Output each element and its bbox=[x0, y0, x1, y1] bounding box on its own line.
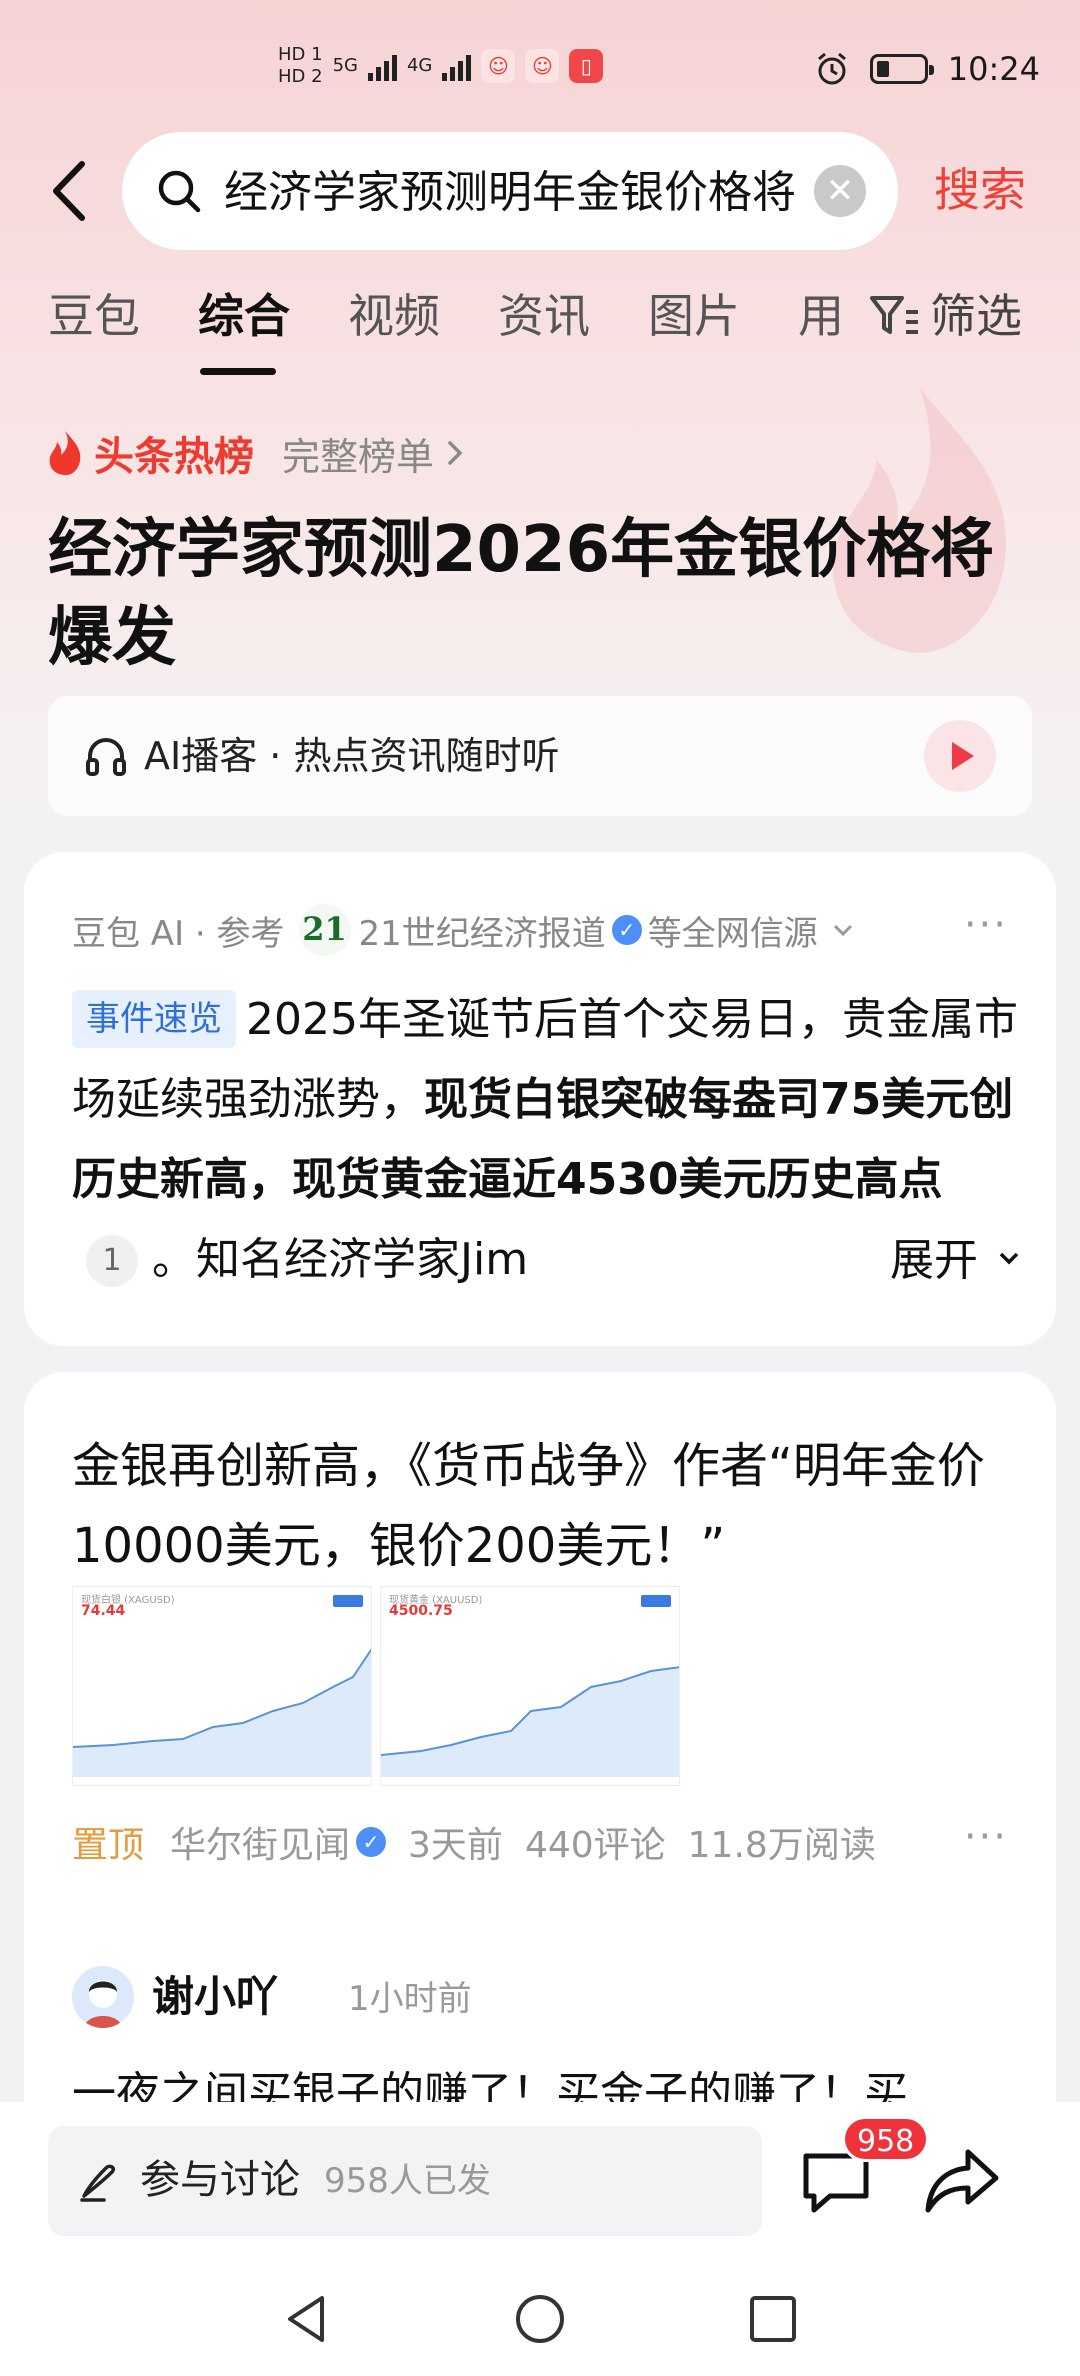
search-header: 经济学家预测明年金银价格将 ✕ 搜索 bbox=[0, 130, 1080, 250]
status-right: 10:24 bbox=[814, 50, 1040, 88]
silver-price-line bbox=[73, 1648, 371, 1777]
network-5g-label: 5G bbox=[332, 55, 358, 76]
system-nav-bar bbox=[0, 2262, 1080, 2376]
event-tag: 事件速览 bbox=[72, 990, 236, 1048]
discuss-input[interactable]: 参与讨论 958人已发 bbox=[48, 2126, 762, 2236]
pinned-label: 置顶 bbox=[72, 1825, 145, 1866]
thumb1-price: 74.44 bbox=[81, 1603, 126, 1619]
news-title[interactable]: 金银再创新高，《货币战争》作者“明年金价10000美元，银价200美元！” bbox=[72, 1426, 1022, 1586]
chevron-right-icon bbox=[448, 441, 463, 465]
nav-back-icon[interactable] bbox=[276, 2288, 338, 2350]
comment-count-badge: 958 bbox=[842, 2116, 930, 2162]
alarm-icon bbox=[817, 52, 846, 85]
signal-5g-icon bbox=[367, 51, 397, 81]
filter-icon bbox=[870, 296, 918, 334]
user-avatar-icon bbox=[84, 1980, 122, 2028]
hd1-label: HD 1 bbox=[278, 44, 323, 65]
status-bar: HD 1 HD 2 5G 4G ☺ ☺ ▯ 10:24 bbox=[0, 40, 1080, 110]
search-icon bbox=[158, 170, 201, 213]
clock: 10:24 bbox=[947, 50, 1040, 88]
commenter-name[interactable]: 谢小吖 bbox=[152, 1968, 278, 2026]
chevron-down-icon bbox=[833, 924, 852, 937]
discuss-count: 958人已发 bbox=[324, 2161, 491, 2201]
pen-icon bbox=[80, 2164, 116, 2202]
news-source[interactable]: 华尔街见闻 bbox=[170, 1816, 350, 1868]
discuss-label: 参与讨论 bbox=[140, 2157, 300, 2203]
hot-list-label: 头条热榜 bbox=[94, 434, 254, 480]
ai-summary-card: 豆包 AI · 参考 21 21世纪经济报道 ✓ 等全网信源 ··· 事件速览 2… bbox=[24, 852, 1056, 1346]
thumb1-button bbox=[333, 1595, 363, 1607]
clown-app-icon-2: ☺ bbox=[525, 49, 560, 83]
tab-doubao[interactable]: 豆包 bbox=[48, 286, 140, 346]
gold-chart-thumbnail[interactable]: 现货黄金 (XAUUSD) 4500.75 bbox=[380, 1586, 680, 1786]
tab-users[interactable]: 用 bbox=[798, 286, 844, 346]
hot-list-row[interactable]: 头条热榜 完整榜单 bbox=[46, 424, 468, 482]
verified-icon: ✓ bbox=[356, 1827, 387, 1857]
search-query-text[interactable]: 经济学家预测明年金银价格将 bbox=[224, 165, 804, 221]
expand-label: 展开 bbox=[890, 1235, 978, 1286]
silver-chart-thumbnail[interactable]: 现货白银 (XAGUSD) 74.44 bbox=[72, 1586, 372, 1786]
ai-podcast-bar[interactable]: AI播客 · 热点资讯随时听 bbox=[48, 696, 1032, 816]
ai-source-prefix: 豆包 AI · 参考 bbox=[72, 913, 285, 954]
tab-video[interactable]: 视频 bbox=[348, 286, 440, 346]
network-4g-label: 4G bbox=[406, 55, 433, 76]
filter-button[interactable]: 筛选 bbox=[868, 286, 1022, 346]
clear-search-icon[interactable]: ✕ bbox=[814, 165, 866, 217]
more-options-icon[interactable]: ··· bbox=[964, 902, 1008, 948]
ai-source-row[interactable]: 豆包 AI · 参考 21 21世纪经济报道 ✓ 等全网信源 bbox=[72, 902, 860, 958]
gold-price-line bbox=[381, 1666, 679, 1777]
news-time: 3天前 bbox=[408, 1825, 503, 1866]
expand-button[interactable]: 展开 bbox=[750, 1221, 1026, 1301]
filter-label: 筛选 bbox=[930, 289, 1022, 343]
headphones-icon bbox=[86, 738, 126, 776]
source-name: 21世纪经济报道 bbox=[358, 913, 606, 954]
source-logo: 21 bbox=[298, 904, 351, 956]
clown-app-icon: ☺ bbox=[481, 49, 516, 83]
search-tabs: 豆包 综合 视频 资讯 图片 用 筛选 bbox=[0, 286, 1080, 376]
chevron-down-icon bbox=[999, 1252, 1019, 1265]
news-meta-row: 置顶 华尔街见闻 ✓ 3天前 440评论 11.8万阅读 bbox=[72, 1814, 1022, 1870]
hot-headline[interactable]: 经济学家预测2026年金银价格将爆发 bbox=[48, 506, 1008, 682]
battery-icon bbox=[869, 54, 934, 84]
reference-badge[interactable]: 1 bbox=[86, 1235, 138, 1287]
summary-text-2: 。知名经济学家Jim bbox=[152, 1234, 529, 1285]
hd-indicators: HD 1 HD 2 bbox=[278, 46, 323, 86]
podcast-text: AI播客 · 热点资讯随时听 bbox=[144, 734, 560, 778]
tab-news[interactable]: 资讯 bbox=[498, 286, 590, 346]
tab-images[interactable]: 图片 bbox=[648, 286, 740, 346]
thumb2-price: 4500.75 bbox=[389, 1603, 453, 1619]
fire-icon bbox=[49, 431, 81, 476]
status-left: HD 1 HD 2 5G 4G ☺ ☺ ▯ bbox=[278, 46, 604, 86]
play-icon[interactable] bbox=[924, 720, 996, 792]
book-app-icon: ▯ bbox=[569, 49, 604, 83]
source-suffix: 等全网信源 bbox=[647, 913, 818, 954]
news-reads: 11.8万阅读 bbox=[687, 1825, 876, 1866]
active-tab-indicator bbox=[200, 368, 276, 375]
news-comments: 440评论 bbox=[524, 1825, 666, 1866]
nav-recents-icon[interactable] bbox=[742, 2288, 804, 2350]
comment-text[interactable]: 一夜之间买银子的赚了！买金子的赚了！买 bbox=[72, 2062, 1032, 2106]
news-more-icon[interactable]: ··· bbox=[964, 1814, 1008, 1860]
avatar[interactable] bbox=[72, 1966, 134, 2028]
back-arrow-icon[interactable] bbox=[44, 158, 104, 224]
signal-4g-icon bbox=[442, 51, 472, 81]
search-submit-button[interactable]: 搜索 bbox=[934, 160, 1026, 220]
hd2-label: HD 2 bbox=[278, 66, 323, 87]
tab-all[interactable]: 综合 bbox=[198, 286, 290, 346]
share-icon[interactable] bbox=[920, 2138, 1004, 2222]
comment-time: 1小时前 bbox=[348, 1979, 472, 2019]
summary-bold-2: 现货黄金逼近4530美元历史高点 bbox=[292, 1154, 943, 1205]
search-input[interactable]: 经济学家预测明年金银价格将 ✕ bbox=[122, 132, 898, 250]
nav-home-icon[interactable] bbox=[509, 2288, 571, 2350]
bottom-action-bar: 参与讨论 958人已发 958 bbox=[0, 2102, 1080, 2262]
thumb2-button bbox=[641, 1595, 671, 1607]
verified-icon: ✓ bbox=[611, 915, 642, 945]
full-list-link[interactable]: 完整榜单 bbox=[282, 426, 434, 481]
